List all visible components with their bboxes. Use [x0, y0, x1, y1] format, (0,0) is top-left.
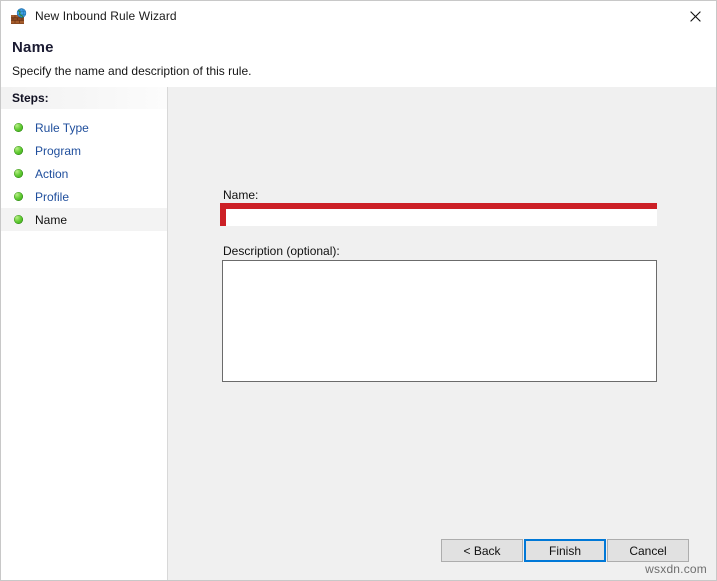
title-bar: New Inbound Rule Wizard [1, 1, 717, 31]
wizard-body: Steps: Rule Type Program Action Pro [1, 87, 716, 580]
window-title: New Inbound Rule Wizard [35, 9, 177, 23]
sidebar-item-label: Profile [35, 190, 69, 204]
wizard-footer: < Back Finish Cancel [168, 539, 716, 580]
green-bullet-icon [14, 123, 23, 132]
sidebar-item-profile[interactable]: Profile [1, 185, 167, 208]
back-button[interactable]: < Back [441, 539, 523, 562]
steps-list: Rule Type Program Action Profile Name [1, 116, 167, 231]
sidebar-item-rule-type[interactable]: Rule Type [1, 116, 167, 139]
description-input[interactable] [222, 260, 657, 382]
green-bullet-icon [14, 169, 23, 178]
close-icon [690, 11, 701, 22]
name-field-label: Name: [223, 188, 258, 202]
steps-header: Steps: [1, 87, 167, 109]
description-field-label: Description (optional): [223, 244, 340, 258]
wizard-header: Name Specify the name and description of… [1, 31, 716, 87]
sidebar-item-name[interactable]: Name [1, 208, 167, 231]
sidebar-item-label: Rule Type [35, 121, 89, 135]
page-subtitle: Specify the name and description of this… [12, 64, 251, 78]
green-bullet-icon [14, 146, 23, 155]
steps-sidebar: Steps: Rule Type Program Action Pro [1, 87, 168, 580]
firewall-brick-globe-icon [10, 8, 27, 25]
wizard-content-pane: Name: Description (optional): [168, 87, 716, 580]
green-bullet-icon [14, 215, 23, 224]
sidebar-item-action[interactable]: Action [1, 162, 167, 185]
sidebar-item-label: Name [35, 213, 67, 227]
close-button[interactable] [672, 1, 717, 31]
page-title: Name [12, 39, 54, 56]
new-inbound-rule-wizard-window: New Inbound Rule Wizard Name Specify the… [0, 0, 717, 581]
green-bullet-icon [14, 192, 23, 201]
sidebar-item-label: Action [35, 167, 68, 181]
name-input[interactable] [226, 209, 657, 226]
sidebar-item-program[interactable]: Program [1, 139, 167, 162]
sidebar-item-label: Program [35, 144, 81, 158]
watermark: wsxdn.com [645, 562, 707, 576]
name-field-highlight-annotation [220, 203, 657, 226]
cancel-button[interactable]: Cancel [607, 539, 689, 562]
finish-button[interactable]: Finish [524, 539, 606, 562]
steps-header-label: Steps: [12, 91, 49, 105]
